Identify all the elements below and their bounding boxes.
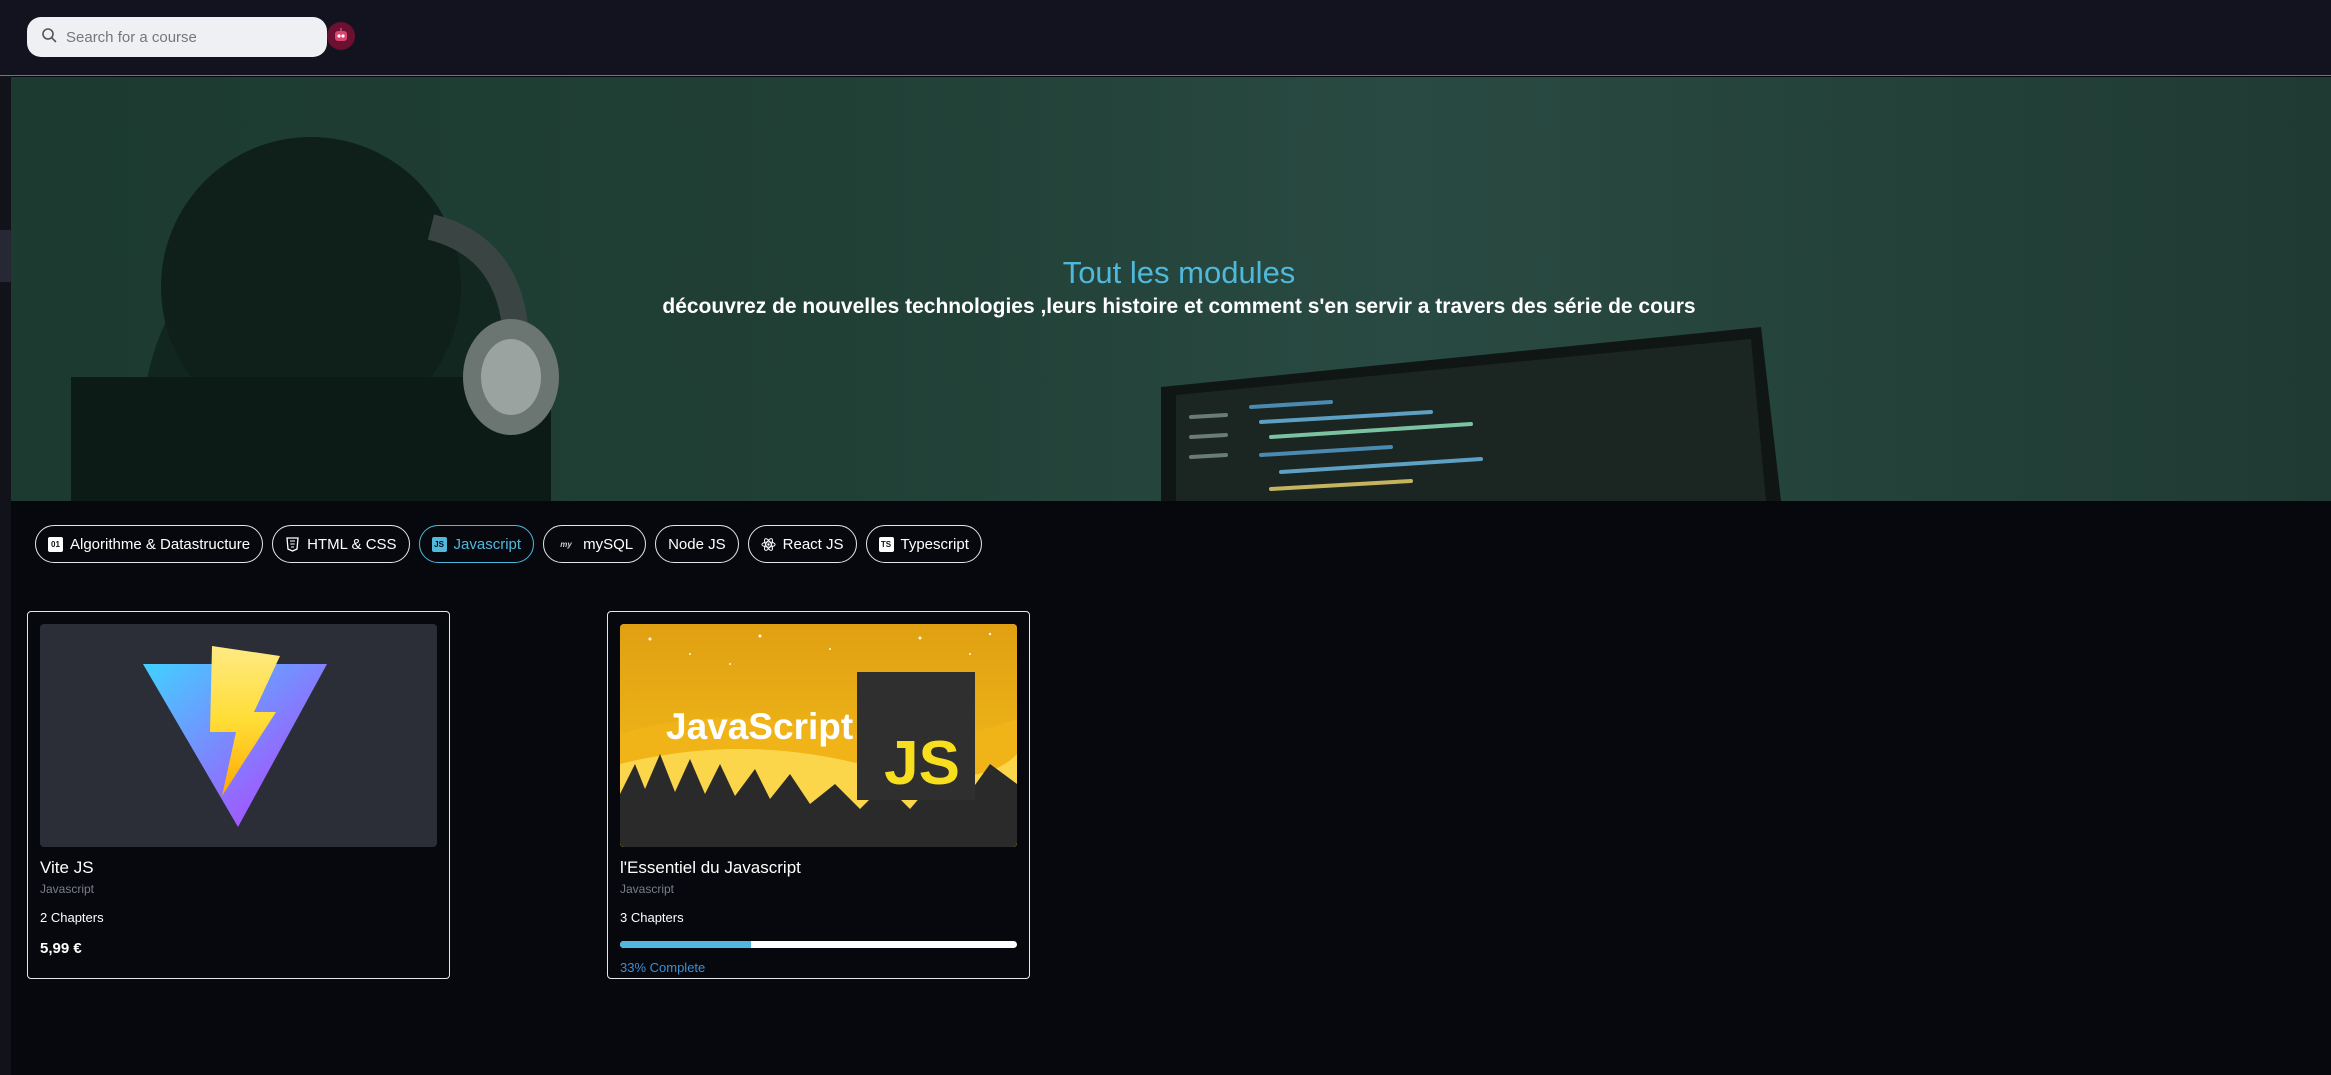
filter-label: Node JS xyxy=(668,535,726,553)
course-chapters: 3 Chapters xyxy=(620,910,684,925)
javascript-icon: JS xyxy=(431,536,447,552)
course-category: Javascript xyxy=(620,882,675,896)
course-category: Javascript xyxy=(40,882,95,896)
html5-icon xyxy=(285,536,300,552)
course-card-vite[interactable]: Vite JS Javascript 2 Chapters 5,99 € xyxy=(27,611,450,979)
robot-avatar-icon xyxy=(335,28,347,41)
hero-subtitle: découvrez de nouvelles technologies ,leu… xyxy=(662,295,1696,318)
vite-logo-icon xyxy=(143,646,327,827)
progress-fill xyxy=(620,941,751,948)
course-price: 5,99 € xyxy=(40,940,82,957)
filter-label: Javascript xyxy=(453,535,522,553)
algorithm-icon: 01 xyxy=(48,536,63,552)
category-filters: 01 Algorithme & Datastructure HTML & CSS… xyxy=(35,525,982,563)
avatar[interactable] xyxy=(327,22,355,50)
hero-title: Tout les modules xyxy=(1062,255,1296,290)
filter-mysql[interactable]: my mySQL xyxy=(543,525,647,563)
top-bar xyxy=(0,0,2331,76)
sidebar-active-item[interactable] xyxy=(0,230,11,282)
search-icon xyxy=(41,27,57,48)
typescript-icon: TS xyxy=(878,536,894,552)
hero-banner: Tout les modules découvrez de nouvelles … xyxy=(11,77,2331,501)
course-chapters: 2 Chapters xyxy=(40,910,104,925)
filter-label: Typescript xyxy=(900,535,969,553)
filter-label: mySQL xyxy=(583,535,634,553)
sidebar xyxy=(0,76,11,1075)
thumbnail-badge: JS xyxy=(884,729,960,798)
progress-label: 33% Complete xyxy=(620,960,706,975)
filter-label: React JS xyxy=(782,535,844,553)
filter-label: HTML & CSS xyxy=(307,535,397,553)
course-progress-bar xyxy=(620,941,1017,948)
mysql-icon: my xyxy=(560,539,572,549)
filter-html-css[interactable]: HTML & CSS xyxy=(272,525,410,563)
javascript-banner-icon: JS JavaScript xyxy=(620,624,1017,847)
course-title: l'Essentiel du Javascript xyxy=(620,858,801,877)
thumbnail-text: JavaScript xyxy=(666,706,853,747)
course-title: Vite JS xyxy=(40,858,94,877)
course-card-javascript[interactable]: JS JavaScript l'Essentiel du Javascript … xyxy=(607,611,1030,979)
filter-algorithme[interactable]: 01 Algorithme & Datastructure xyxy=(35,525,264,563)
course-thumbnail xyxy=(40,624,437,847)
filter-nodejs[interactable]: Node JS xyxy=(655,525,739,563)
search-box[interactable] xyxy=(27,17,327,57)
react-icon xyxy=(761,537,776,552)
course-thumbnail: JS JavaScript xyxy=(620,624,1017,847)
filter-reactjs[interactable]: React JS xyxy=(747,525,857,563)
filter-javascript[interactable]: JS Javascript xyxy=(418,525,535,563)
filter-label: Algorithme & Datastructure xyxy=(70,535,251,553)
search-input[interactable] xyxy=(66,28,316,46)
filter-typescript[interactable]: TS Typescript xyxy=(865,525,982,563)
